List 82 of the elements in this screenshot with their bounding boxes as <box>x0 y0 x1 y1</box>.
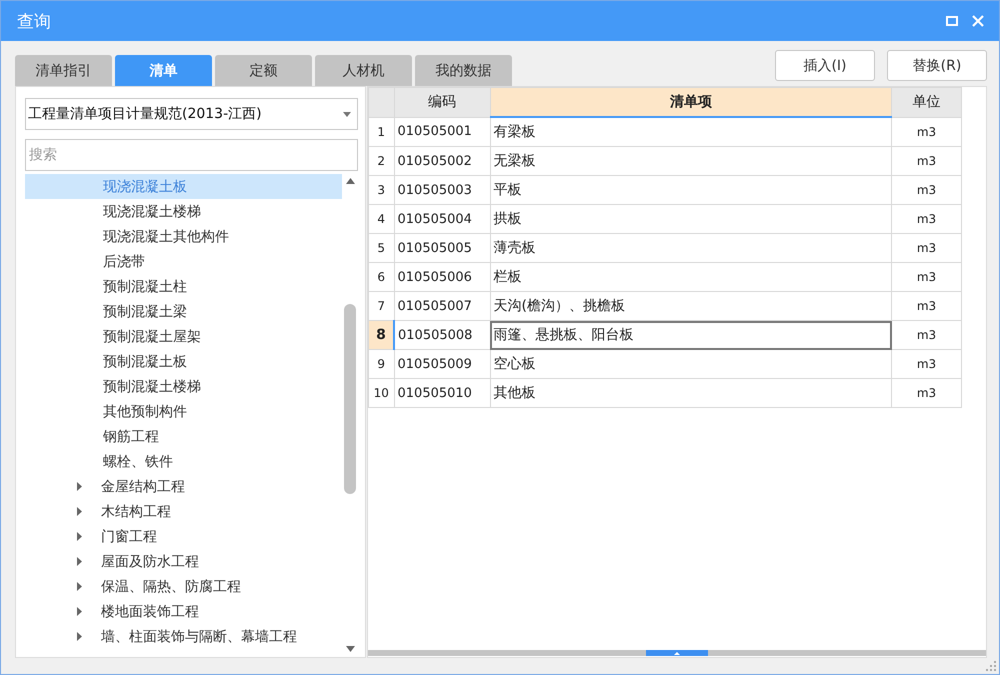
row-number[interactable]: 5 <box>368 234 394 262</box>
table-cell: 雨篷、悬挑板、阳台板 <box>490 320 892 350</box>
tree-item[interactable]: 预制混凝土屋架 <box>25 324 342 349</box>
table-cell: 空心板 <box>490 350 892 378</box>
expand-arrow-icon[interactable] <box>77 582 83 591</box>
tab[interactable]: 清单指引 <box>15 55 112 86</box>
table-cell: m3 <box>892 146 962 176</box>
row-number[interactable]: 8 <box>368 320 394 350</box>
tree-item[interactable]: 门窗工程 <box>25 524 342 549</box>
expand-arrow-icon[interactable] <box>77 632 83 641</box>
table-cell: 天沟(檐沟）、挑檐板 <box>490 292 892 320</box>
tree-item[interactable]: 楼地面装饰工程 <box>25 599 342 624</box>
action-button[interactable]: 替换(R) <box>887 50 987 81</box>
table-cell: m3 <box>892 320 962 350</box>
caret-icon <box>343 112 351 116</box>
maximize-icon[interactable] <box>945 14 959 28</box>
tree-item[interactable]: 预制混凝土梁 <box>25 299 342 324</box>
table-cell: 010505001 <box>394 117 490 146</box>
table-cell: m3 <box>892 292 962 320</box>
tree-item[interactable]: 金屋结构工程 <box>25 474 342 499</box>
expand-arrow-icon[interactable] <box>77 507 83 516</box>
table-cell: m3 <box>892 262 962 292</box>
row-number[interactable]: 1 <box>368 117 394 146</box>
library-dropdown[interactable]: 工程量清单项目计量规范(2013-江西) <box>25 98 358 130</box>
table-cell: m3 <box>892 117 962 146</box>
table-cell: 其他板 <box>490 378 892 408</box>
table-cell: 拱板 <box>490 204 892 234</box>
tree-item[interactable]: 预制混凝土柱 <box>25 274 342 299</box>
expand-arrow-icon[interactable] <box>77 557 83 566</box>
tree-item[interactable]: 保温、隔热、防腐工程 <box>25 574 342 599</box>
tab[interactable]: 我的数据 <box>415 55 512 86</box>
row-number[interactable]: 10 <box>368 378 394 408</box>
tab[interactable]: 人材机 <box>315 55 412 86</box>
scroll-down-icon[interactable] <box>346 646 354 652</box>
expand-arrow-icon[interactable] <box>77 532 83 541</box>
table-cell: 栏板 <box>490 262 892 292</box>
column-header[interactable]: 编码 <box>394 88 490 117</box>
column-header[interactable]: 清单项 <box>490 88 892 117</box>
table-cell: 010505007 <box>394 292 490 320</box>
table-cell: 无梁板 <box>490 146 892 176</box>
row-number[interactable]: 2 <box>368 146 394 176</box>
table-cell: 010505006 <box>394 262 490 292</box>
tree-item[interactable]: 预制混凝土板 <box>25 349 342 374</box>
action-button[interactable]: 插入(I) <box>775 50 875 81</box>
row-number[interactable]: 3 <box>368 176 394 204</box>
tree-item[interactable]: 现浇混凝土楼梯 <box>25 199 342 224</box>
table-cell: m3 <box>892 350 962 378</box>
tree-item[interactable]: 现浇混凝土其他构件 <box>25 224 342 249</box>
tree-item[interactable]: 墙、柱面装饰与隔断、幕墙工程 <box>25 624 342 649</box>
window-title: 查询 <box>17 10 51 32</box>
tree-item[interactable]: 其他预制构件 <box>25 399 342 424</box>
expand-arrow-icon[interactable] <box>77 482 83 491</box>
row-number[interactable]: 4 <box>368 204 394 234</box>
table-cell: m3 <box>892 176 962 204</box>
expand-arrow-icon[interactable] <box>77 607 83 616</box>
tree-item[interactable]: 螺栓、铁件 <box>25 449 342 474</box>
tab[interactable]: 定额 <box>215 55 312 86</box>
table-cell: 有梁板 <box>490 117 892 146</box>
table-cell: 010505003 <box>394 176 490 204</box>
splitter-handle-icon[interactable] <box>646 650 708 656</box>
close-icon[interactable] <box>971 14 985 28</box>
search-field[interactable]: 搜索 <box>25 139 358 171</box>
table-cell: 010505009 <box>394 350 490 378</box>
table-cell: 010505010 <box>394 378 490 408</box>
tree-item[interactable]: 木结构工程 <box>25 499 342 524</box>
table-cell: 平板 <box>490 176 892 204</box>
table-cell: 010505002 <box>394 146 490 176</box>
scroll-up-icon[interactable] <box>346 178 354 184</box>
tree-item[interactable]: 后浇带 <box>25 249 342 274</box>
tree-item[interactable]: 屋面及防水工程 <box>25 549 342 574</box>
tree-item[interactable]: 钢筋工程 <box>25 424 342 449</box>
table-cell: 010505005 <box>394 234 490 262</box>
table-cell: m3 <box>892 234 962 262</box>
table-cell: m3 <box>892 378 962 408</box>
row-number[interactable]: 9 <box>368 350 394 378</box>
resize-grip-icon[interactable] <box>986 661 996 671</box>
column-header[interactable]: 单位 <box>892 88 962 117</box>
table-cell: m3 <box>892 204 962 234</box>
table-cell: 薄壳板 <box>490 234 892 262</box>
row-number[interactable]: 6 <box>368 262 394 292</box>
table-cell: 010505004 <box>394 204 490 234</box>
tree-item[interactable]: 预制混凝土楼梯 <box>25 374 342 399</box>
